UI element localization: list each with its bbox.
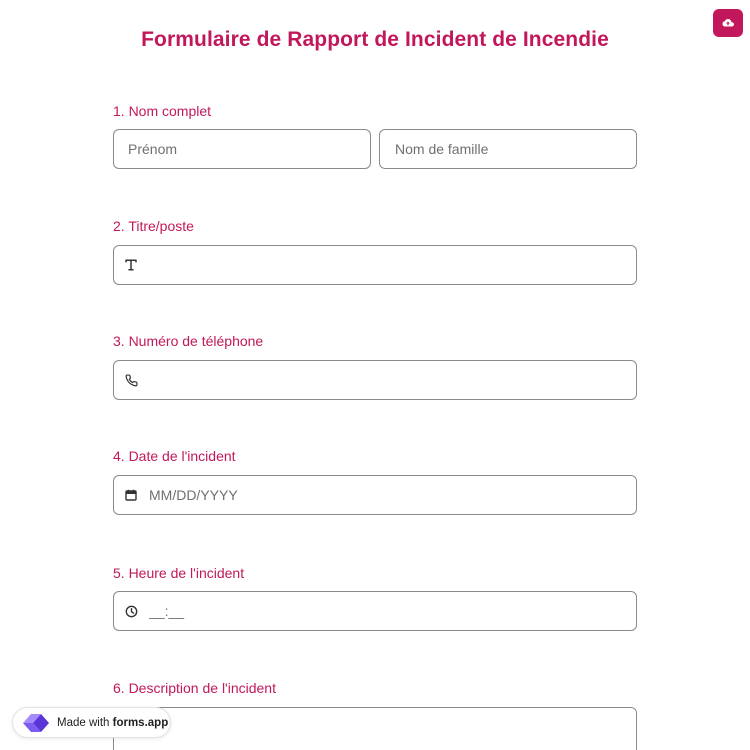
question-label-title: 2. Titre/poste bbox=[113, 218, 194, 234]
question-label-full-name: 1. Nom complet bbox=[113, 103, 212, 119]
question-label-date: 4. Date de l'incident bbox=[113, 448, 236, 464]
made-with-forms-app-badge[interactable]: Made with forms.app bbox=[12, 707, 171, 738]
cloud-upload-icon bbox=[722, 19, 734, 27]
phone-input[interactable] bbox=[114, 361, 636, 399]
form-title: Formulaire de Rapport de Incident de Inc… bbox=[141, 28, 609, 51]
date-field[interactable] bbox=[113, 475, 637, 515]
last-name-field[interactable] bbox=[379, 129, 637, 169]
question-label-phone: 3. Numéro de téléphone bbox=[113, 333, 264, 349]
first-name-input[interactable] bbox=[114, 130, 370, 168]
clock-icon bbox=[124, 604, 138, 618]
form-page: Formulaire de Rapport de Incident de Inc… bbox=[0, 0, 750, 750]
last-name-input[interactable] bbox=[380, 130, 636, 168]
forms-app-logo-icon bbox=[23, 713, 49, 732]
question-label-description: 6. Description de l'incident bbox=[113, 680, 276, 696]
job-title-input[interactable] bbox=[114, 246, 636, 284]
calendar-icon bbox=[124, 488, 138, 502]
first-name-field[interactable] bbox=[113, 129, 371, 169]
date-input[interactable] bbox=[114, 476, 636, 514]
time-input[interactable] bbox=[114, 592, 636, 630]
question-label-time: 5. Heure de l'incident bbox=[113, 565, 245, 581]
time-field[interactable] bbox=[113, 591, 637, 631]
description-textarea[interactable] bbox=[114, 708, 636, 750]
job-title-field[interactable] bbox=[113, 245, 637, 285]
phone-icon bbox=[124, 373, 138, 387]
description-field[interactable] bbox=[113, 707, 637, 750]
badge-text: Made with forms.app bbox=[57, 716, 169, 729]
phone-field[interactable] bbox=[113, 360, 637, 400]
text-icon bbox=[124, 258, 138, 272]
